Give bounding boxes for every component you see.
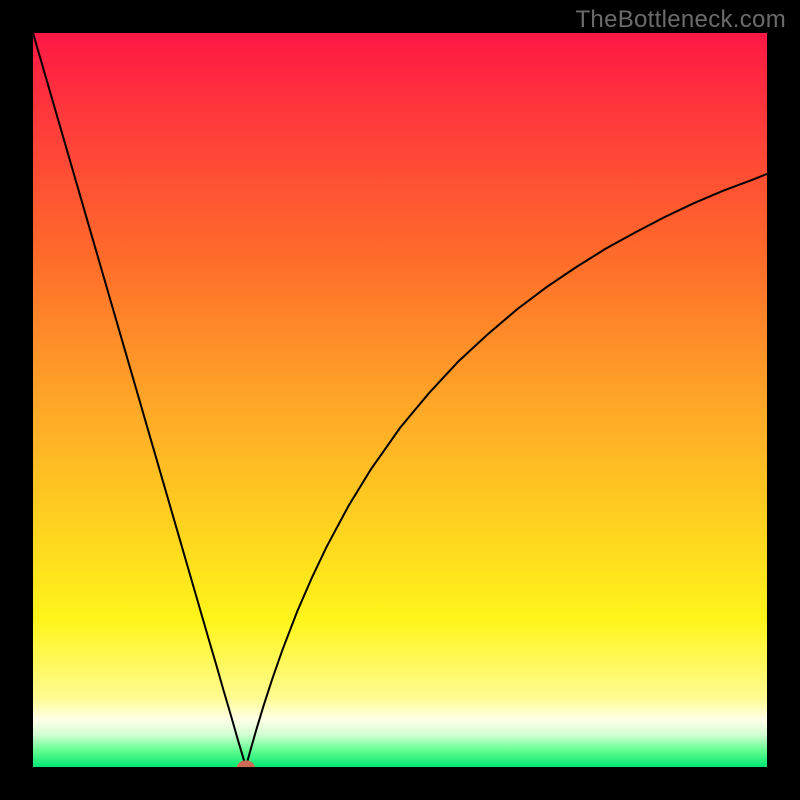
chart-frame: TheBottleneck.com [0, 0, 800, 800]
chart-svg [33, 33, 767, 767]
gradient-background [33, 33, 767, 767]
plot-area [33, 33, 767, 767]
watermark-text: TheBottleneck.com [575, 6, 786, 34]
